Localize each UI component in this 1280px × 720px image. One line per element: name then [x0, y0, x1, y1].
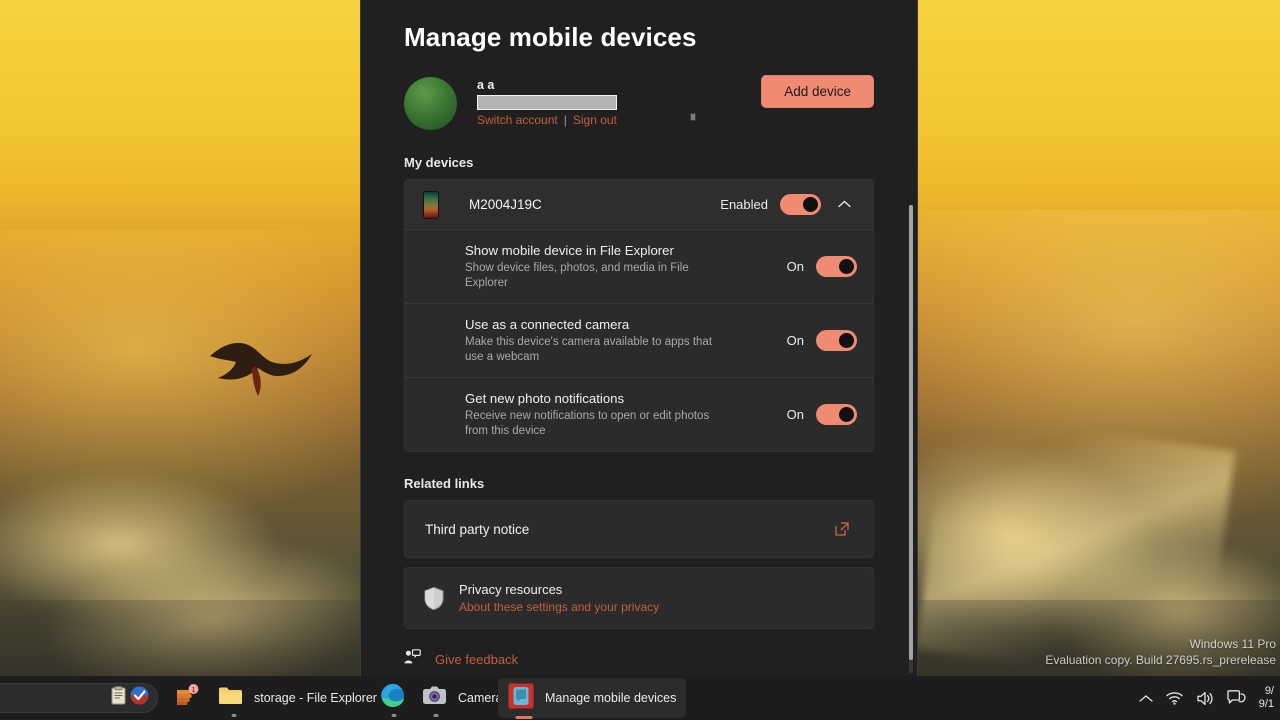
taskbar-item-label: Manage mobile devices	[545, 691, 677, 705]
toggle-knob	[839, 407, 854, 422]
taskbar-item-label: Camera	[458, 691, 503, 705]
setting-description: Show device files, photos, and media in …	[465, 262, 689, 289]
phone-icon	[423, 190, 439, 219]
setting-description: Make this device's camera available to a…	[465, 336, 713, 363]
add-device-button[interactable]: Add device	[761, 75, 874, 108]
phone-link-icon	[508, 683, 534, 714]
device-name: M2004J19C	[469, 197, 542, 212]
clock[interactable]: 9/ 9/1	[1259, 685, 1274, 711]
setting-toggle[interactable]	[816, 256, 857, 277]
avatar[interactable]	[404, 76, 457, 130]
account-email-redacted	[477, 95, 617, 110]
search-input[interactable]: arch	[0, 683, 158, 713]
privacy-resources-card: Privacy resources About these settings a…	[404, 567, 874, 629]
camera-icon	[422, 685, 447, 711]
privacy-resources-subtitle[interactable]: About these settings and your privacy	[459, 599, 659, 616]
setting-row[interactable]: Use as a connected camera Make this devi…	[405, 303, 873, 377]
defender-icon[interactable]	[130, 686, 149, 710]
setting-row[interactable]: Get new photo notifications Receive new …	[405, 377, 873, 451]
related-links-heading: Related links	[404, 476, 485, 491]
chat-icon[interactable]	[1227, 690, 1246, 706]
running-indicator	[231, 714, 237, 717]
taskbar-item-manage-mobile-devices[interactable]: Manage mobile devices	[498, 678, 687, 719]
watermark-line-1: Windows 11 Pro	[1189, 637, 1276, 651]
setting-description: Receive new notifications to open or edi…	[465, 410, 710, 437]
device-card: M2004J19C Enabled Show mobile device in …	[404, 179, 874, 452]
running-indicator	[391, 714, 397, 717]
setting-state-label: On	[786, 333, 804, 348]
external-link-icon	[833, 520, 851, 538]
svg-text:1: 1	[192, 687, 196, 694]
account-details: a a Switch account | Sign out	[477, 78, 617, 128]
account-links: Switch account | Sign out	[477, 113, 617, 128]
toggle-knob	[839, 259, 854, 274]
setting-toggle[interactable]	[816, 330, 857, 351]
account-name: a a	[477, 78, 495, 92]
link-separator: |	[563, 113, 567, 127]
settings-window: Manage mobile devices a a Switch account…	[360, 0, 918, 676]
chevron-up-icon[interactable]	[1139, 694, 1153, 703]
bird-silhouette	[210, 342, 312, 396]
volume-icon[interactable]	[1196, 691, 1214, 706]
running-indicator	[433, 714, 439, 717]
clock-time: 9/	[1264, 685, 1274, 697]
shield-icon	[423, 586, 445, 611]
device-enabled-toggle[interactable]	[780, 194, 821, 215]
third-party-notice-link[interactable]: Third party notice	[404, 500, 874, 558]
clock-date: 9/1	[1258, 698, 1274, 710]
setting-toggle[interactable]	[816, 404, 857, 425]
clipboard-icon[interactable]	[110, 686, 127, 710]
scrollbar-thumb[interactable]	[909, 205, 913, 660]
give-feedback-button[interactable]: Give feedback	[404, 649, 874, 669]
feedback-icon	[404, 649, 421, 669]
toggle-knob	[803, 197, 818, 212]
taskbar: arch	[0, 676, 1280, 720]
edge-icon	[380, 683, 405, 713]
wifi-icon[interactable]	[1166, 691, 1183, 705]
setting-title: Show mobile device in File Explorer	[465, 243, 674, 258]
setting-state-label: On	[786, 407, 804, 422]
system-tray: 9/ 9/1	[1139, 676, 1280, 720]
toggle-knob	[839, 333, 854, 348]
scrollbar-track[interactable]	[909, 205, 913, 673]
settings-content: Manage mobile devices a a Switch account…	[361, 0, 917, 676]
account-section: a a Switch account | Sign out Add device	[404, 75, 874, 131]
setting-title: Use as a connected camera	[465, 317, 630, 332]
page-title: Manage mobile devices	[404, 22, 697, 52]
switch-account-link[interactable]: Switch account	[477, 113, 558, 127]
setting-title: Get new photo notifications	[465, 391, 625, 406]
sign-out-link[interactable]: Sign out	[573, 113, 617, 127]
active-indicator	[515, 716, 533, 719]
taskbar-item-edge[interactable]	[370, 676, 415, 720]
chevron-up-icon[interactable]	[831, 199, 857, 211]
setting-text: Use as a connected camera Make this devi…	[465, 316, 787, 365]
setting-row[interactable]: Show mobile device in File Explorer Show…	[405, 229, 873, 303]
third-party-notice-label: Third party notice	[425, 521, 530, 537]
search-icons	[110, 686, 149, 710]
watermark-line-2: Evaluation copy. Build 27695.rs_prerelea…	[1045, 653, 1276, 667]
taskbar-item-file-explorer[interactable]: storage - File Explorer	[208, 676, 387, 720]
privacy-resources-title: Privacy resources	[459, 581, 563, 597]
device-header-row[interactable]: M2004J19C Enabled	[405, 180, 873, 229]
setting-state-label: On	[786, 259, 804, 274]
setting-text: Get new photo notifications Receive new …	[465, 390, 787, 439]
widgets-icon: 1	[174, 683, 200, 713]
privacy-text: Privacy resources About these settings a…	[459, 581, 659, 616]
folder-icon	[218, 685, 243, 711]
windows-watermark: Windows 11 Pro Evaluation copy. Build 27…	[1045, 636, 1276, 668]
setting-text: Show mobile device in File Explorer Show…	[465, 242, 787, 291]
give-feedback-label: Give feedback	[435, 651, 519, 667]
my-devices-heading: My devices	[404, 155, 474, 170]
decorative-marker	[690, 113, 696, 121]
device-state-label: Enabled	[720, 197, 768, 212]
taskbar-item-label: storage - File Explorer	[254, 691, 377, 705]
taskbar-widgets-button[interactable]: 1	[164, 676, 210, 720]
